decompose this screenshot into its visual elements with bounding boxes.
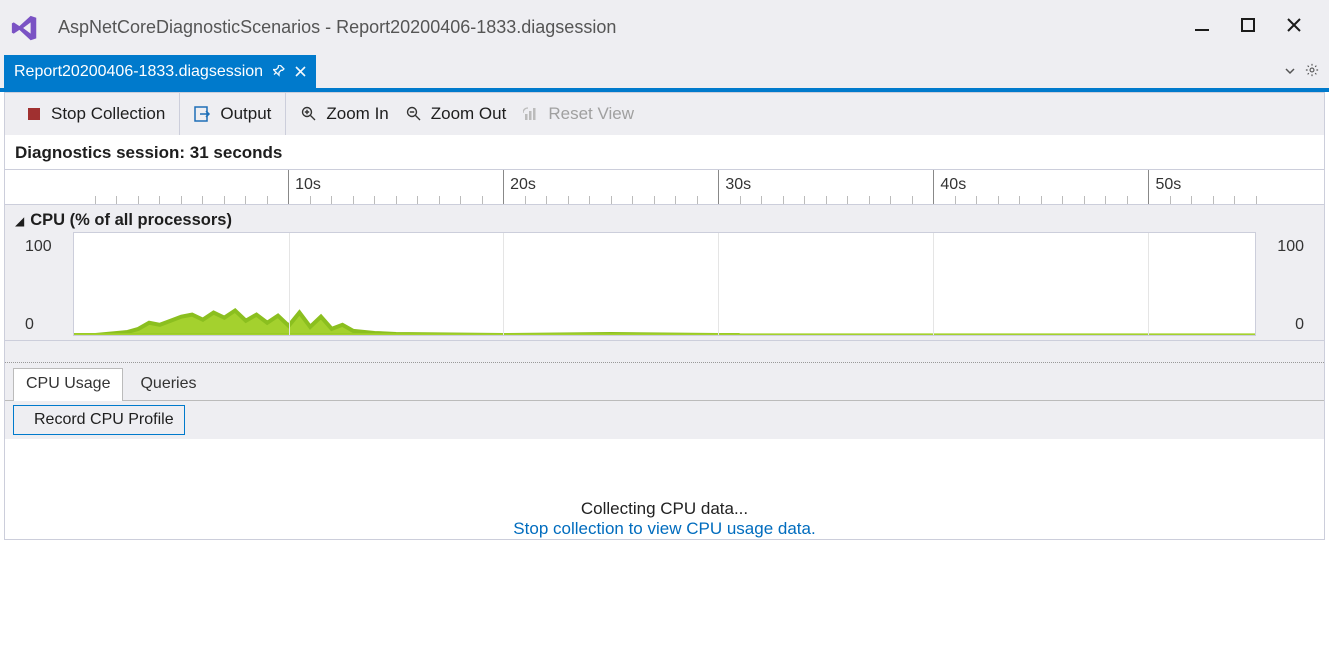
output-arrow-icon bbox=[194, 105, 212, 123]
record-cpu-profile-label: Record CPU Profile bbox=[34, 411, 174, 429]
pin-icon[interactable] bbox=[273, 64, 285, 80]
zoom-out-icon bbox=[405, 105, 423, 123]
tab-cpu-usage-label: CPU Usage bbox=[26, 375, 110, 392]
reset-view-label: Reset View bbox=[548, 104, 634, 124]
diagnostics-document: Stop Collection Output Zoom In bbox=[4, 92, 1325, 540]
ruler-tick-label: 30s bbox=[725, 176, 751, 194]
cpu-usage-toolbar: Record CPU Profile bbox=[5, 401, 1324, 439]
zoom-in-button[interactable]: Zoom In bbox=[296, 101, 392, 127]
detail-tabstrip: CPU Usage Queries bbox=[5, 362, 1324, 401]
ruler-tick-label: 20s bbox=[510, 176, 536, 194]
window-titlebar: AspNetCoreDiagnosticScenarios - Report20… bbox=[0, 0, 1329, 55]
stop-collection-button[interactable]: Stop Collection bbox=[21, 101, 169, 127]
tab-cpu-usage[interactable]: CPU Usage bbox=[13, 368, 123, 401]
y-axis-max-left: 100 bbox=[25, 238, 52, 256]
collecting-status-text: Collecting CPU data... bbox=[5, 499, 1324, 519]
tab-overflow-dropdown-icon[interactable] bbox=[1285, 64, 1295, 79]
zoom-in-label: Zoom In bbox=[326, 104, 388, 124]
tab-queries[interactable]: Queries bbox=[127, 368, 209, 401]
ruler-tick-label: 40s bbox=[940, 176, 966, 194]
ruler-tick-label: 10s bbox=[295, 176, 321, 194]
window-title: AspNetCoreDiagnosticScenarios - Report20… bbox=[58, 17, 1193, 38]
y-axis-min-right: 0 bbox=[1295, 316, 1304, 334]
chart-footer-spacer bbox=[5, 340, 1324, 362]
maximize-button[interactable] bbox=[1239, 17, 1257, 38]
y-axis-min-left: 0 bbox=[25, 316, 34, 334]
stop-collection-hint-link[interactable]: Stop collection to view CPU usage data. bbox=[513, 519, 815, 538]
diagnostics-session-label: Diagnostics session: 31 seconds bbox=[5, 135, 1324, 169]
output-label: Output bbox=[220, 104, 271, 124]
zoom-out-button[interactable]: Zoom Out bbox=[401, 101, 511, 127]
cpu-chart-header[interactable]: ◢ CPU (% of all processors) bbox=[5, 205, 1324, 232]
record-cpu-profile-button[interactable]: Record CPU Profile bbox=[13, 405, 185, 435]
timeline-ruler[interactable]: 10s 20s 30s 40s 50s bbox=[5, 169, 1324, 205]
cpu-chart-title: CPU (% of all processors) bbox=[30, 211, 232, 230]
collapse-triangle-icon[interactable]: ◢ bbox=[15, 214, 24, 228]
diagnostics-toolbar: Stop Collection Output Zoom In bbox=[5, 93, 1324, 135]
cpu-chart-plot-area bbox=[73, 232, 1256, 336]
close-button[interactable] bbox=[1285, 17, 1303, 38]
tab-close-icon[interactable] bbox=[295, 64, 306, 80]
minimize-button[interactable] bbox=[1193, 17, 1211, 38]
cpu-chart[interactable]: 100 0 100 0 bbox=[5, 232, 1324, 340]
tab-queries-label: Queries bbox=[140, 375, 196, 392]
cpu-usage-status-area: Collecting CPU data... Stop collection t… bbox=[5, 439, 1324, 539]
cpu-chart-series bbox=[74, 233, 1255, 335]
tab-settings-gear-icon[interactable] bbox=[1305, 63, 1319, 80]
reset-view-button[interactable]: Reset View bbox=[518, 101, 638, 127]
reset-view-icon bbox=[522, 105, 540, 123]
document-tab-strip: Report20200406-1833.diagsession bbox=[0, 55, 1329, 88]
stop-icon bbox=[25, 105, 43, 123]
zoom-in-icon bbox=[300, 105, 318, 123]
zoom-out-label: Zoom Out bbox=[431, 104, 507, 124]
stop-collection-label: Stop Collection bbox=[51, 104, 165, 124]
visual-studio-logo-icon bbox=[8, 11, 42, 45]
document-tab-label: Report20200406-1833.diagsession bbox=[14, 63, 263, 81]
document-tab-active[interactable]: Report20200406-1833.diagsession bbox=[4, 55, 316, 88]
output-button[interactable]: Output bbox=[190, 101, 275, 127]
ruler-tick-label: 50s bbox=[1155, 176, 1181, 194]
y-axis-max-right: 100 bbox=[1277, 238, 1304, 256]
